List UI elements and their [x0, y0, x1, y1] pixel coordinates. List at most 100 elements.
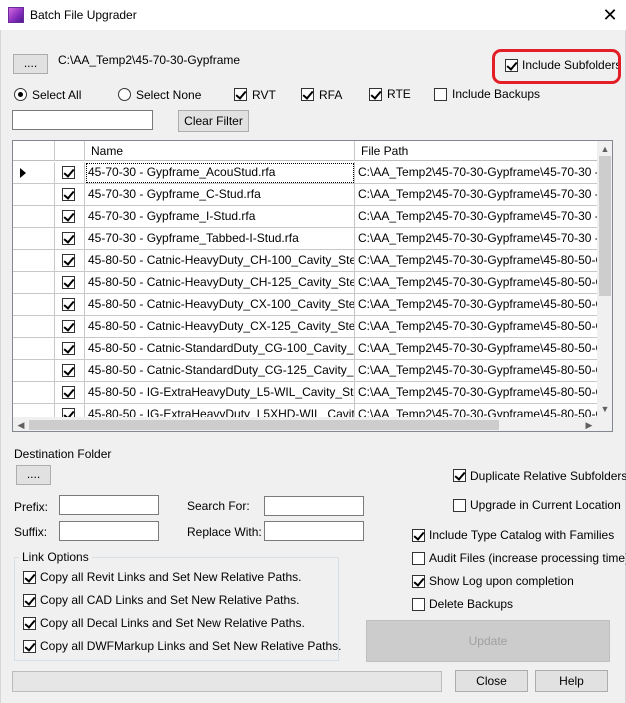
include-type-catalog-checkbox[interactable] [412, 529, 425, 542]
grid-vertical-scrollbar[interactable]: ▲ ▼ [597, 141, 612, 417]
select-none-radio[interactable] [118, 88, 131, 101]
replace-with-input[interactable] [264, 521, 364, 541]
file-path-cell[interactable]: C:\AA_Temp2\45-70-30-Gypframe\45-70-30 -… [355, 184, 597, 206]
scroll-left-icon[interactable]: ◀ [13, 417, 29, 431]
update-button[interactable]: Update [366, 620, 610, 662]
rte-label: RTE [387, 87, 411, 101]
table-row[interactable]: 45-80-50 - IG-ExtraHeavyDuty_L5-WIL_Cavi… [13, 382, 597, 404]
file-name-cell[interactable]: 45-80-50 - Catnic-HeavyDuty_CH-125_Cavit… [85, 272, 355, 294]
row-header[interactable] [13, 206, 55, 228]
table-row[interactable]: 45-80-50 - Catnic-HeavyDuty_CH-100_Cavit… [13, 250, 597, 272]
cad-links-checkbox[interactable] [23, 594, 36, 607]
table-row[interactable]: 45-80-50 - Catnic-HeavyDuty_CX-100_Cavit… [13, 294, 597, 316]
upgrade-current-checkbox[interactable] [453, 499, 466, 512]
row-checkbox[interactable] [62, 210, 75, 223]
table-row[interactable]: 45-70-30 - Gypframe_AcouStud.rfa C:\AA_Te… [13, 162, 597, 184]
row-checkbox[interactable] [62, 298, 75, 311]
rvt-checkbox[interactable] [234, 88, 247, 101]
row-checkbox[interactable] [62, 342, 75, 355]
file-path-cell[interactable]: C:\AA_Temp2\45-70-30-Gypframe\45-80-50-C… [355, 316, 597, 338]
destination-browse-button[interactable]: .... [16, 465, 51, 485]
row-header[interactable] [13, 294, 55, 316]
file-path-cell[interactable]: C:\AA_Temp2\45-70-30-Gypframe\45-80-50-C… [355, 382, 597, 404]
file-path-cell[interactable]: C:\AA_Temp2\45-70-30-Gypframe\45-80-50-C… [355, 404, 597, 418]
row-header[interactable] [13, 316, 55, 338]
file-name-cell[interactable]: 45-70-30 - Gypframe_I-Stud.rfa [85, 206, 355, 228]
file-path-cell[interactable]: C:\AA_Temp2\45-70-30-Gypframe\45-70-30 -… [355, 162, 597, 184]
file-path-cell[interactable]: C:\AA_Temp2\45-70-30-Gypframe\45-80-50-C… [355, 360, 597, 382]
header-check[interactable] [55, 141, 85, 161]
dwfmarkup-links-checkbox[interactable] [23, 640, 36, 653]
table-row[interactable]: 45-80-50 - Catnic-HeavyDuty_CX-125_Cavit… [13, 316, 597, 338]
file-path-cell[interactable]: C:\AA_Temp2\45-70-30-Gypframe\45-80-50-C… [355, 294, 597, 316]
close-button[interactable]: Close [455, 670, 528, 692]
rte-checkbox[interactable] [369, 88, 382, 101]
row-header[interactable] [13, 272, 55, 294]
table-row[interactable]: 45-80-50 - IG-ExtraHeavyDuty_L5XHD-WIL_C… [13, 404, 597, 418]
row-header[interactable] [13, 338, 55, 360]
column-header-name[interactable]: Name [85, 141, 355, 161]
file-name-cell[interactable]: 45-70-30 - Gypframe_AcouStud.rfa [85, 162, 355, 184]
search-for-input[interactable] [264, 496, 364, 516]
row-checkbox[interactable] [62, 166, 75, 179]
row-checkbox[interactable] [62, 254, 75, 267]
file-name-cell[interactable]: 45-80-50 - Catnic-HeavyDuty_CX-125_Cavit… [85, 316, 355, 338]
row-header[interactable] [13, 184, 55, 206]
audit-files-checkbox[interactable] [412, 552, 425, 565]
table-row[interactable]: 45-70-30 - Gypframe_Tabbed-I-Stud.rfa C:\… [13, 228, 597, 250]
row-header[interactable] [13, 382, 55, 404]
duplicate-subfolders-checkbox[interactable] [453, 469, 466, 482]
table-row[interactable]: 45-80-50 - Catnic-StandardDuty_CG-125_Ca… [13, 360, 597, 382]
clear-filter-button[interactable]: Clear Filter [178, 110, 249, 132]
table-row[interactable]: 45-70-30 - Gypframe_C-Stud.rfa C:\AA_Temp… [13, 184, 597, 206]
grid-horizontal-scrollbar[interactable]: ◀ ▶ [13, 417, 597, 431]
file-path-cell[interactable]: C:\AA_Temp2\45-70-30-Gypframe\45-70-30 -… [355, 228, 597, 250]
decal-links-checkbox[interactable] [23, 617, 36, 630]
table-row[interactable]: 45-80-50 - Catnic-HeavyDuty_CH-125_Cavit… [13, 272, 597, 294]
file-name-cell[interactable]: 45-80-50 - Catnic-StandardDuty_CG-125_Ca… [85, 360, 355, 382]
row-header[interactable] [13, 250, 55, 272]
vertical-scroll-thumb[interactable] [599, 156, 611, 296]
row-checkbox[interactable] [62, 276, 75, 289]
suffix-input[interactable] [59, 521, 159, 541]
row-header[interactable] [13, 228, 55, 250]
include-backups-checkbox[interactable] [434, 88, 447, 101]
filter-input[interactable] [12, 110, 153, 130]
table-row[interactable]: 45-80-50 - Catnic-StandardDuty_CG-100_Ca… [13, 338, 597, 360]
show-log-checkbox[interactable] [412, 575, 425, 588]
file-name-cell[interactable]: 45-70-30 - Gypframe_C-Stud.rfa [85, 184, 355, 206]
scroll-down-icon[interactable]: ▼ [597, 401, 612, 417]
file-name-cell[interactable]: 45-70-30 - Gypframe_Tabbed-I-Stud.rfa [85, 228, 355, 250]
select-all-radio[interactable] [14, 88, 27, 101]
row-checkbox[interactable] [62, 364, 75, 377]
scroll-right-icon[interactable]: ▶ [581, 417, 597, 431]
row-checkbox[interactable] [62, 232, 75, 245]
horizontal-scroll-thumb[interactable] [29, 420, 499, 430]
file-name-cell[interactable]: 45-80-50 - Catnic-StandardDuty_CG-100_Ca… [85, 338, 355, 360]
file-path-cell[interactable]: C:\AA_Temp2\45-70-30-Gypframe\45-80-50-C… [355, 272, 597, 294]
close-window-icon[interactable]: ✕ [598, 3, 622, 27]
file-path-cell[interactable]: C:\AA_Temp2\45-70-30-Gypframe\45-80-50-C… [355, 338, 597, 360]
file-name-cell[interactable]: 45-80-50 - Catnic-HeavyDuty_CH-100_Cavit… [85, 250, 355, 272]
row-checkbox[interactable] [62, 386, 75, 399]
column-header-file-path[interactable]: File Path [355, 141, 597, 161]
file-grid[interactable]: Name File Path 45-70-30 - Gypframe_AcouS… [12, 140, 613, 432]
rfa-checkbox[interactable] [301, 88, 314, 101]
file-name-cell[interactable]: 45-80-50 - IG-ExtraHeavyDuty_L5-WIL_Cavi… [85, 382, 355, 404]
prefix-input[interactable] [59, 495, 159, 515]
table-row[interactable]: 45-70-30 - Gypframe_I-Stud.rfa C:\AA_Temp… [13, 206, 597, 228]
row-header[interactable] [13, 360, 55, 382]
row-header[interactable] [13, 162, 55, 184]
row-checkbox[interactable] [62, 320, 75, 333]
help-button[interactable]: Help [535, 670, 608, 692]
delete-backups-checkbox[interactable] [412, 598, 425, 611]
file-path-cell[interactable]: C:\AA_Temp2\45-70-30-Gypframe\45-80-50-C… [355, 250, 597, 272]
revit-links-checkbox[interactable] [23, 571, 36, 584]
file-name-cell[interactable]: 45-80-50 - Catnic-HeavyDuty_CX-100_Cavit… [85, 294, 355, 316]
file-name-cell[interactable]: 45-80-50 - IG-ExtraHeavyDuty_L5XHD-WIL_C… [85, 404, 355, 418]
file-path-cell[interactable]: C:\AA_Temp2\45-70-30-Gypframe\45-70-30 -… [355, 206, 597, 228]
row-header[interactable] [13, 404, 55, 418]
row-checkbox[interactable] [62, 188, 75, 201]
source-browse-button[interactable]: .... [13, 54, 48, 74]
scroll-up-icon[interactable]: ▲ [597, 141, 612, 157]
